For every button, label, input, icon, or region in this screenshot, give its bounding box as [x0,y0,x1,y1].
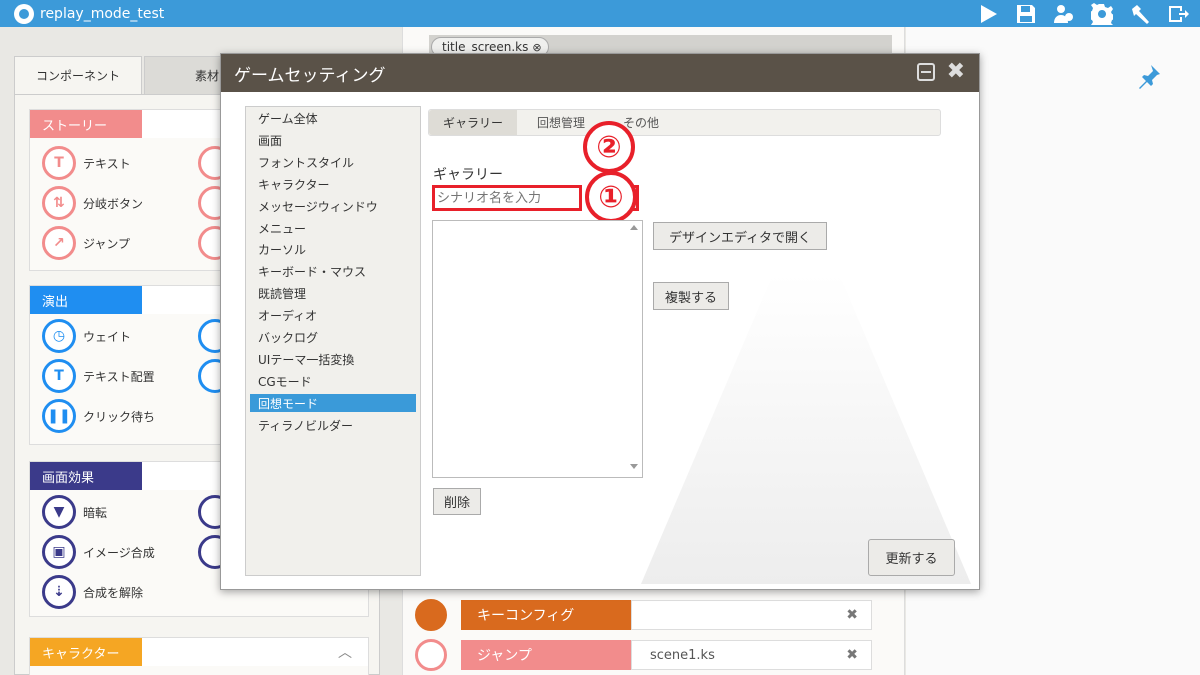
menu-item-keyboard-mouse[interactable]: キーボード・マウス [250,262,416,280]
menu-item-cg-mode[interactable]: CGモード [250,372,416,390]
menu-item-backlog[interactable]: バックログ [250,328,416,346]
dialog-tabs: ギャラリー 回想管理 その他 [428,109,941,136]
menu-item-ui-theme[interactable]: UIテーマ一括変換 [250,350,416,368]
minimize-icon[interactable] [917,63,935,81]
component-label: テキスト配置 [83,369,155,384]
release-icon: ⇣ [42,575,76,609]
component-image-compose[interactable]: ▣ イメージ合成 [42,535,155,569]
file-tab-label: title_screen.ks [442,40,529,54]
component-label: ジャンプ [83,236,131,251]
component-fade-out[interactable]: ▼ 暗転 [42,495,107,529]
component-label: 分岐ボタン [83,196,144,211]
category-label[interactable]: ストーリー [30,110,142,138]
top-bar: replay_mode_test [0,0,1200,27]
scroll-down-icon[interactable] [630,464,638,469]
component-release-compose[interactable]: ⇣ 合成を解除 [42,575,143,609]
component-label: クリック待ち [83,409,156,424]
scenario-row-key-config[interactable]: キーコンフィグ ✖ [415,599,872,631]
component-label: テキスト [83,156,131,171]
export-icon[interactable] [1166,3,1190,25]
branch-icon: ⇅ [42,186,76,220]
game-settings-dialog: ゲームセッティング ✖ ゲーム全体 画面 フォントスタイル キャラクター メッセ… [220,53,980,590]
callout-marker-2: ② [583,121,635,173]
app-title: replay_mode_test [40,5,165,22]
hammer-icon[interactable] [1128,3,1152,25]
jump-icon: ↗ [42,226,76,260]
open-design-editor-button[interactable]: デザインエディタで開く [653,222,827,250]
delete-button[interactable]: 削除 [433,488,481,515]
component-text[interactable]: T テキスト [42,146,131,180]
scenario-name-input[interactable] [432,185,582,211]
text-icon: T [42,146,76,180]
tab-components[interactable]: コンポーネント [14,56,142,94]
image-icon: ▣ [42,535,76,569]
dialog-title: ゲームセッティング [234,65,386,86]
pause-icon: ❚❚ [42,399,76,433]
callout-marker-1: ① [585,171,637,223]
menu-item-font-style[interactable]: フォントスタイル [250,153,416,171]
scenario-list[interactable] [432,220,643,478]
text-position-icon: T [42,359,76,393]
pin-icon[interactable] [1136,63,1162,89]
delete-row-icon[interactable]: ✖ [846,607,858,623]
menu-item-audio[interactable]: オーディオ [250,306,416,324]
toolbar [976,0,1190,27]
component-jump[interactable]: ↗ ジャンプ [42,226,130,260]
background-beam [641,274,971,584]
component-click-wait[interactable]: ❚❚ クリック待ち [42,399,155,433]
chevron-up-icon[interactable]: ︿ [338,642,352,662]
dialog-titlebar: ゲームセッティング [221,54,979,92]
menu-item-character[interactable]: キャラクター [250,175,416,193]
app-logo-icon [14,3,34,24]
component-label: イメージ合成 [83,545,155,560]
menu-item-tyrano-builder[interactable]: ティラノビルダー [250,416,416,434]
tab-gallery[interactable]: ギャラリー [429,110,517,135]
close-icon[interactable]: ✖ [947,59,965,84]
fade-icon: ▼ [42,495,76,529]
row-label: ジャンプ [461,640,631,670]
delete-row-icon[interactable]: ✖ [846,647,858,663]
row-value [631,600,872,630]
play-icon[interactable] [976,3,1000,25]
keyboard-icon [415,599,447,631]
menu-item-screen[interactable]: 画面 [250,131,416,149]
save-icon[interactable] [1014,3,1038,25]
menu-item-read-management[interactable]: 既読管理 [250,284,416,302]
component-label: ウェイト [83,329,132,344]
menu-item-menu[interactable]: メニュー [250,219,416,237]
category-label[interactable]: 画面効果 [30,462,142,490]
gear-icon[interactable] [1090,2,1114,25]
component-branch-button[interactable]: ⇅ 分岐ボタン [42,186,143,220]
row-value: scene1.ks [631,640,872,670]
clock-icon: ◷ [42,319,76,353]
menu-item-message-window[interactable]: メッセージウィンドウ [250,197,416,215]
menu-item-cursor[interactable]: カーソル [250,240,416,258]
users-icon[interactable] [1052,3,1076,25]
menu-item-game-overall[interactable]: ゲーム全体 [250,109,416,127]
row-label: キーコンフィグ [461,600,631,630]
settings-menu: ゲーム全体 画面 フォントスタイル キャラクター メッセージウィンドウ メニュー… [245,106,421,576]
category-label[interactable]: 演出 [30,286,142,314]
category-label[interactable]: キャラクター [30,638,142,666]
menu-item-recall-mode[interactable]: 回想モード [250,394,416,412]
duplicate-button[interactable]: 複製する [653,282,729,310]
update-button[interactable]: 更新する [868,539,955,576]
gallery-heading: ギャラリー [433,167,503,183]
category-character: キャラクター ︿ [29,637,369,675]
jump-icon [415,639,447,671]
component-label: 合成を解除 [83,585,144,600]
component-text-position[interactable]: T テキスト配置 [42,359,155,393]
scroll-up-icon[interactable] [630,225,638,230]
component-wait[interactable]: ◷ ウェイト [42,319,131,353]
scenario-row-jump[interactable]: ジャンプ scene1.ks ✖ [415,639,872,671]
component-label: 暗転 [83,505,108,520]
close-tab-icon[interactable]: ⊗ [532,41,541,54]
